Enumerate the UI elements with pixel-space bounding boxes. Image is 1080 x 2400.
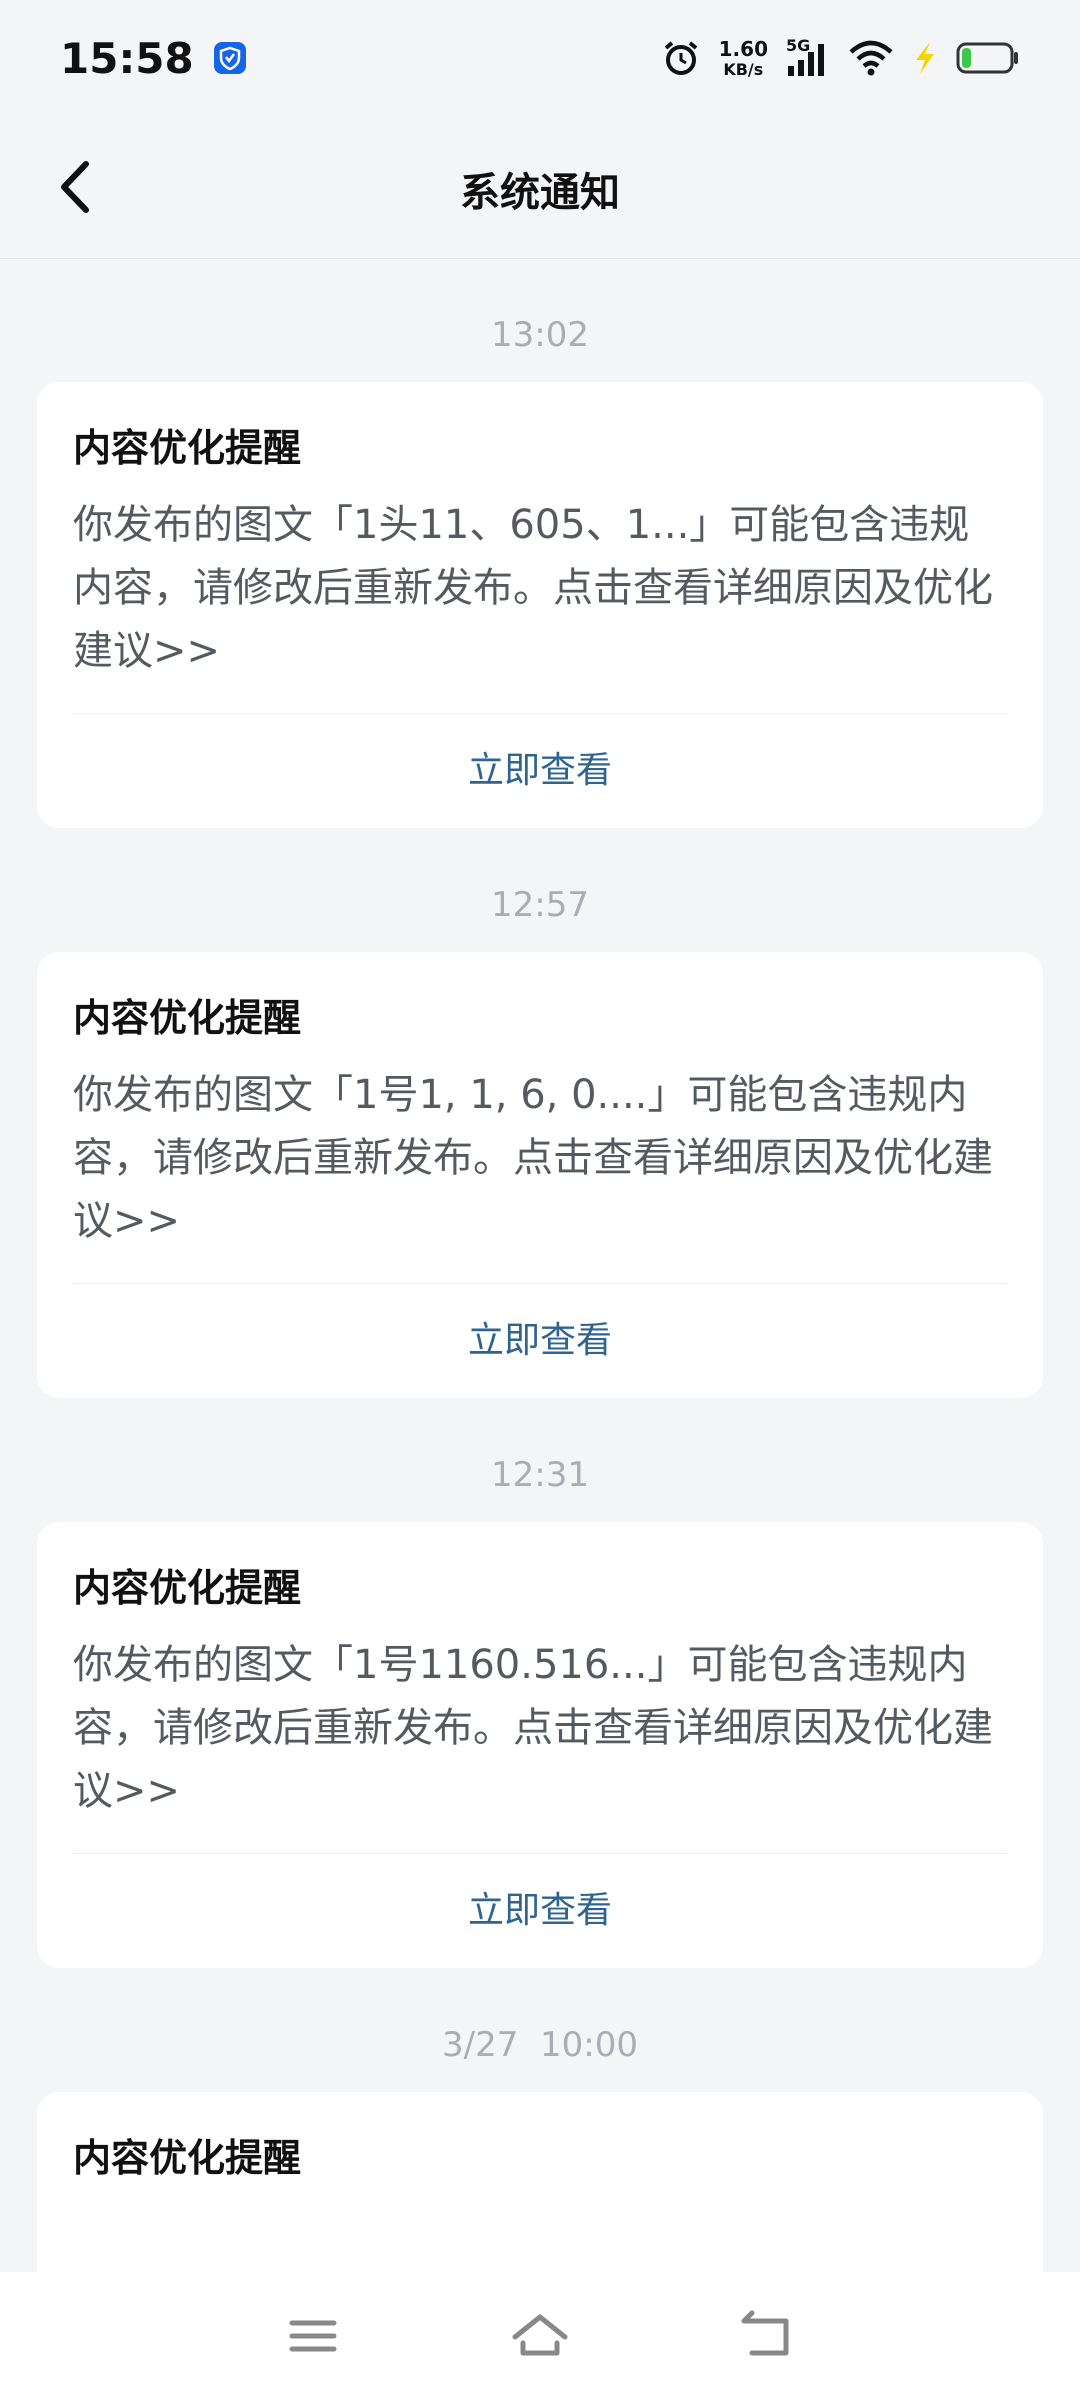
notification-body[interactable]: 你发布的图文「1号1, 1, 6, 0....」可能包含违规内容，请修改后重新发… xyxy=(73,1064,1007,1284)
notification-group: 3/27 10:00 内容优化提醒 xyxy=(0,1968,1080,2292)
notification-card[interactable]: 内容优化提醒 xyxy=(37,2092,1043,2292)
view-now-button[interactable]: 立即查看 xyxy=(73,1854,1007,1968)
menu-icon[interactable] xyxy=(278,2301,348,2371)
signal-icon: 5G xyxy=(786,36,830,78)
notification-time: 13:02 xyxy=(491,315,589,355)
notification-group: 12:31 内容优化提醒 你发布的图文「1号1160.516...」可能包含违规… xyxy=(0,1398,1080,1968)
notification-body[interactable]: 你发布的图文「1号1160.516...」可能包含违规内容，请修改后重新发布。点… xyxy=(73,1634,1007,1854)
notification-card[interactable]: 内容优化提醒 你发布的图文「1号1, 1, 6, 0....」可能包含违规内容，… xyxy=(37,952,1043,1398)
shield-icon xyxy=(213,42,246,74)
system-nav-bar xyxy=(0,2272,1080,2400)
notification-list: 13:02 内容优化提醒 你发布的图文「1头11、605、1...」可能包含违规… xyxy=(0,258,1080,2292)
notification-time: 12:31 xyxy=(491,1455,589,1495)
notification-card[interactable]: 内容优化提醒 你发布的图文「1号1160.516...」可能包含违规内容，请修改… xyxy=(37,1522,1043,1968)
status-bar: 15:58 1.60 KB/s 5G xyxy=(0,0,1080,116)
header-bar: 系统通知 xyxy=(0,116,1080,259)
notification-body[interactable]: 你发布的图文「1头11、605、1...」可能包含违规内容，请修改后重新发布。点… xyxy=(73,494,1007,714)
notification-title: 内容优化提醒 xyxy=(73,2136,302,2180)
notification-time: 12:57 xyxy=(491,885,589,925)
home-icon[interactable] xyxy=(505,2301,575,2371)
notification-card[interactable]: 内容优化提醒 你发布的图文「1头11、605、1...」可能包含违规内容，请修改… xyxy=(37,382,1043,828)
notification-group: 12:57 内容优化提醒 你发布的图文「1号1, 1, 6, 0....」可能包… xyxy=(0,828,1080,1398)
net-speed-unit: KB/s xyxy=(723,59,764,79)
view-now-button[interactable]: 立即查看 xyxy=(73,1284,1007,1398)
net-speed-value: 1.60 xyxy=(718,36,768,61)
alarm-icon xyxy=(664,41,697,75)
charging-icon xyxy=(916,42,934,74)
notification-group: 13:02 内容优化提醒 你发布的图文「1头11、605、1...」可能包含违规… xyxy=(0,258,1080,828)
notification-title: 内容优化提醒 xyxy=(73,996,302,1040)
notification-title: 内容优化提醒 xyxy=(73,1566,302,1610)
battery-icon xyxy=(956,42,1018,74)
view-now-button[interactable]: 立即查看 xyxy=(73,714,1007,828)
page-title: 系统通知 xyxy=(460,170,620,216)
notification-title: 内容优化提醒 xyxy=(73,426,302,470)
notification-time: 3/27 10:00 xyxy=(442,2025,638,2065)
back-nav-icon[interactable] xyxy=(732,2301,802,2371)
status-time: 15:58 xyxy=(60,33,194,83)
net-speed: 1.60 KB/s xyxy=(719,39,768,78)
wifi-icon xyxy=(849,40,893,76)
